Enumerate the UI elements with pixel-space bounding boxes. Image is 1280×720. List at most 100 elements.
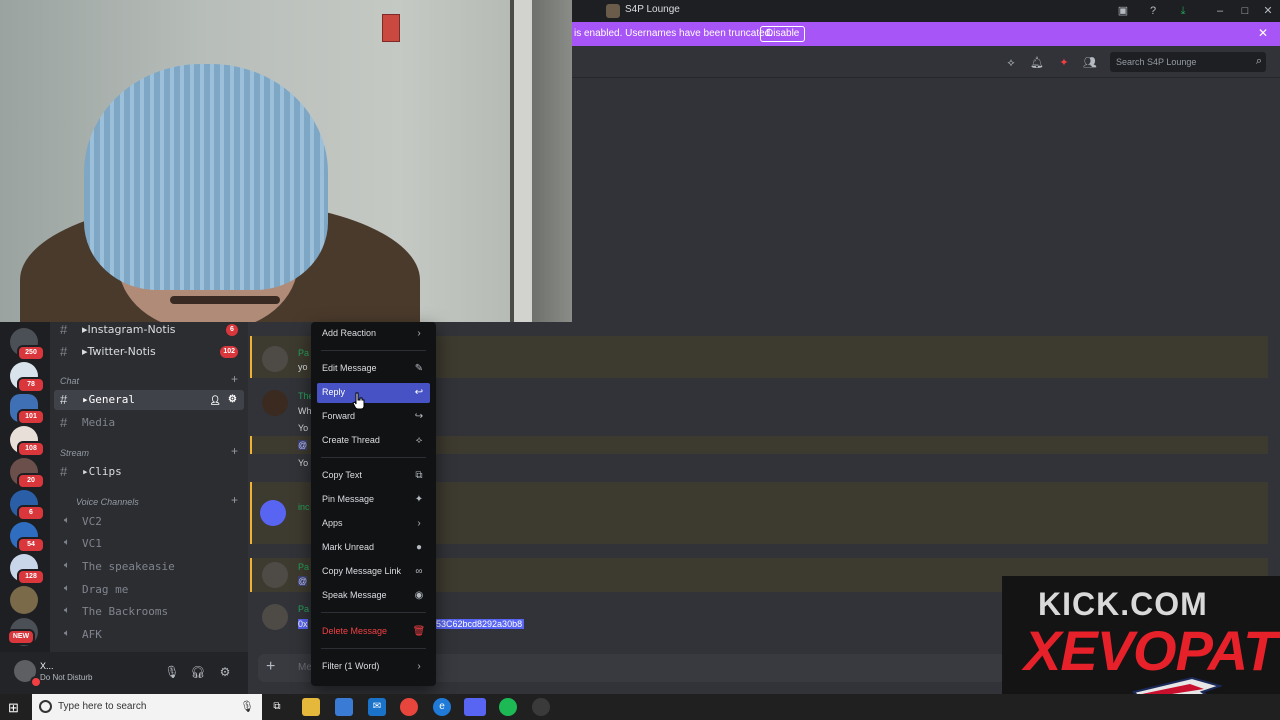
screen: S4P Lounge ▣ ? ⤓ – □ ✕ is enabled. Usern… bbox=[0, 0, 1280, 720]
close-icon[interactable]: ✕ bbox=[1260, 3, 1276, 19]
voice-channel-vc2[interactable]: 🔈︎ VC2 bbox=[54, 512, 244, 532]
mention[interactable]: @ bbox=[298, 440, 308, 450]
screen-share-icon[interactable]: ▣ bbox=[1115, 3, 1131, 19]
menu-divider bbox=[321, 350, 426, 351]
chevron-right-icon: › bbox=[417, 661, 421, 672]
menu-item-filter[interactable]: Filter (1 Word) › bbox=[317, 657, 430, 677]
channel-label: VC2 bbox=[82, 515, 102, 528]
gear-icon[interactable]: ⚙ bbox=[225, 394, 240, 406]
chat-area-top bbox=[572, 78, 1280, 322]
message-text: yo bbox=[298, 362, 308, 372]
file-explorer-icon[interactable] bbox=[302, 698, 320, 716]
channel-instagram-notis[interactable]: # ▸Instagram-Notis 6 bbox=[54, 320, 244, 340]
spotify-icon[interactable] bbox=[499, 698, 517, 716]
forward-icon: ↪ bbox=[414, 411, 424, 422]
menu-item-copy-text[interactable]: Copy Text ⧉ bbox=[317, 466, 430, 486]
attach-plus-icon[interactable]: + bbox=[266, 658, 275, 676]
search-input[interactable]: Search S4P Lounge ⌕ bbox=[1110, 52, 1266, 72]
microphone-icon[interactable]: 🎙︎ bbox=[164, 664, 180, 680]
webcam-background-door bbox=[510, 0, 532, 322]
search-circle-icon bbox=[39, 700, 52, 713]
avatar[interactable] bbox=[262, 604, 288, 630]
headphones-icon[interactable]: 🎧︎ bbox=[190, 664, 206, 680]
notice-close-icon[interactable]: ✕ bbox=[1258, 26, 1268, 40]
thread-icon: ⟡ bbox=[415, 435, 423, 446]
menu-item-mark-unread[interactable]: Mark Unread ● bbox=[317, 538, 430, 558]
bell-icon[interactable]: 🔔︎ bbox=[1030, 56, 1044, 70]
maximize-icon[interactable]: □ bbox=[1237, 3, 1253, 19]
microphone-icon[interactable]: 🎙︎ bbox=[240, 700, 254, 713]
channel-label: Media bbox=[82, 416, 116, 429]
add-channel-icon[interactable]: + bbox=[231, 372, 238, 386]
menu-item-reply[interactable]: Reply ↩ bbox=[317, 383, 430, 403]
threads-icon[interactable]: ⟡ bbox=[1004, 56, 1018, 70]
pencil-icon: ✎ bbox=[414, 363, 424, 374]
windows-start-icon[interactable]: ⊞ bbox=[8, 700, 19, 716]
avatar[interactable] bbox=[262, 346, 288, 372]
voice-channel-speakeasie[interactable]: 🔈︎ The speakeasie bbox=[54, 557, 244, 577]
channel-twitter-notis[interactable]: # ▸Twitter-Notis 102 bbox=[54, 342, 244, 362]
message-author[interactable]: Pa bbox=[298, 604, 309, 614]
chrome-icon[interactable] bbox=[400, 698, 418, 716]
download-icon[interactable]: ⤓ bbox=[1175, 3, 1191, 19]
window-title: S4P Lounge bbox=[625, 4, 680, 15]
task-view-icon[interactable]: ⧉ bbox=[268, 698, 286, 716]
channel-badge: 102 bbox=[220, 346, 238, 358]
help-icon[interactable]: ? bbox=[1145, 3, 1161, 19]
bell-dot-icon: ● bbox=[415, 542, 423, 553]
channel-label: ▸Twitter-Notis bbox=[82, 345, 156, 358]
category-stream[interactable]: Stream bbox=[60, 448, 89, 458]
server-icon[interactable] bbox=[10, 586, 38, 614]
channel-media[interactable]: # Media bbox=[54, 413, 244, 433]
webcam-background-object bbox=[382, 14, 400, 42]
menu-item-create-thread[interactable]: Create Thread ⟡ bbox=[317, 431, 430, 451]
discord-icon[interactable] bbox=[464, 698, 486, 716]
voice-channel-backrooms[interactable]: 🔈︎ The Backrooms bbox=[54, 602, 244, 622]
invite-icon[interactable]: 👤︎ bbox=[207, 394, 224, 406]
taskbar-search-placeholder: Type here to search bbox=[58, 701, 147, 712]
menu-item-delete-message[interactable]: Delete Message 🗑︎ bbox=[317, 622, 430, 642]
minimize-icon[interactable]: – bbox=[1212, 3, 1228, 19]
obs-icon[interactable] bbox=[532, 698, 550, 716]
edge-icon[interactable]: e bbox=[433, 698, 451, 716]
menu-item-speak-message[interactable]: Speak Message ◉ bbox=[317, 586, 430, 606]
members-icon[interactable]: 👥︎ bbox=[1083, 56, 1097, 70]
message-author[interactable]: Pa bbox=[298, 348, 309, 358]
menu-item-edit-message[interactable]: Edit Message ✎ bbox=[317, 359, 430, 379]
pin-icon[interactable]: ✦ bbox=[1057, 56, 1071, 70]
taskbar-search-input[interactable]: Type here to search 🎙︎ bbox=[32, 694, 262, 720]
channel-general[interactable]: # ▸General 👤︎ ⚙ bbox=[54, 390, 244, 410]
menu-item-add-reaction[interactable]: Add Reaction › bbox=[317, 324, 430, 344]
search-placeholder: Search S4P Lounge bbox=[1116, 57, 1197, 67]
avatar[interactable] bbox=[262, 562, 288, 588]
add-channel-icon[interactable]: + bbox=[231, 444, 238, 458]
hash-icon: # bbox=[60, 464, 68, 479]
store-icon[interactable] bbox=[335, 698, 353, 716]
avatar[interactable] bbox=[262, 390, 288, 416]
voice-channel-vc1[interactable]: 🔈︎ VC1 bbox=[54, 534, 244, 554]
mail-icon[interactable]: ✉ bbox=[368, 698, 386, 716]
add-channel-icon[interactable]: + bbox=[231, 493, 238, 507]
channel-clips[interactable]: # ▸Clips bbox=[54, 462, 244, 482]
message-author[interactable]: Pa bbox=[298, 562, 309, 572]
menu-item-apps[interactable]: Apps › bbox=[317, 514, 430, 534]
message-text: Wh bbox=[298, 406, 312, 416]
user-panel: X... Do Not Disturb 🎙︎ 🎧︎ ⚙ bbox=[0, 652, 248, 694]
category-chat[interactable]: Chat bbox=[60, 376, 79, 386]
discord-bot-avatar[interactable] bbox=[260, 500, 286, 526]
menu-item-forward[interactable]: Forward ↪ bbox=[317, 407, 430, 427]
chevron-right-icon: › bbox=[417, 518, 421, 529]
hand-cursor-icon bbox=[352, 392, 365, 410]
mention[interactable]: @ bbox=[298, 576, 308, 586]
notice-bar: is enabled. Usernames have been truncate… bbox=[572, 22, 1280, 46]
server-badge: 108 bbox=[17, 441, 45, 457]
menu-item-copy-message-link[interactable]: Copy Message Link ∞ bbox=[317, 562, 430, 582]
category-voice-channels[interactable]: Voice Channels bbox=[76, 497, 139, 507]
voice-channel-drag-me[interactable]: 🔈︎ Drag me bbox=[54, 580, 244, 600]
menu-item-pin-message[interactable]: Pin Message ✦ bbox=[317, 490, 430, 510]
speaker-icon: 🔈︎ bbox=[64, 583, 70, 594]
username[interactable]: X... bbox=[40, 661, 54, 671]
settings-gear-icon[interactable]: ⚙ bbox=[217, 664, 233, 680]
disable-button[interactable]: Disable bbox=[760, 26, 806, 42]
voice-channel-afk[interactable]: 🔈︎ AFK bbox=[54, 625, 244, 645]
